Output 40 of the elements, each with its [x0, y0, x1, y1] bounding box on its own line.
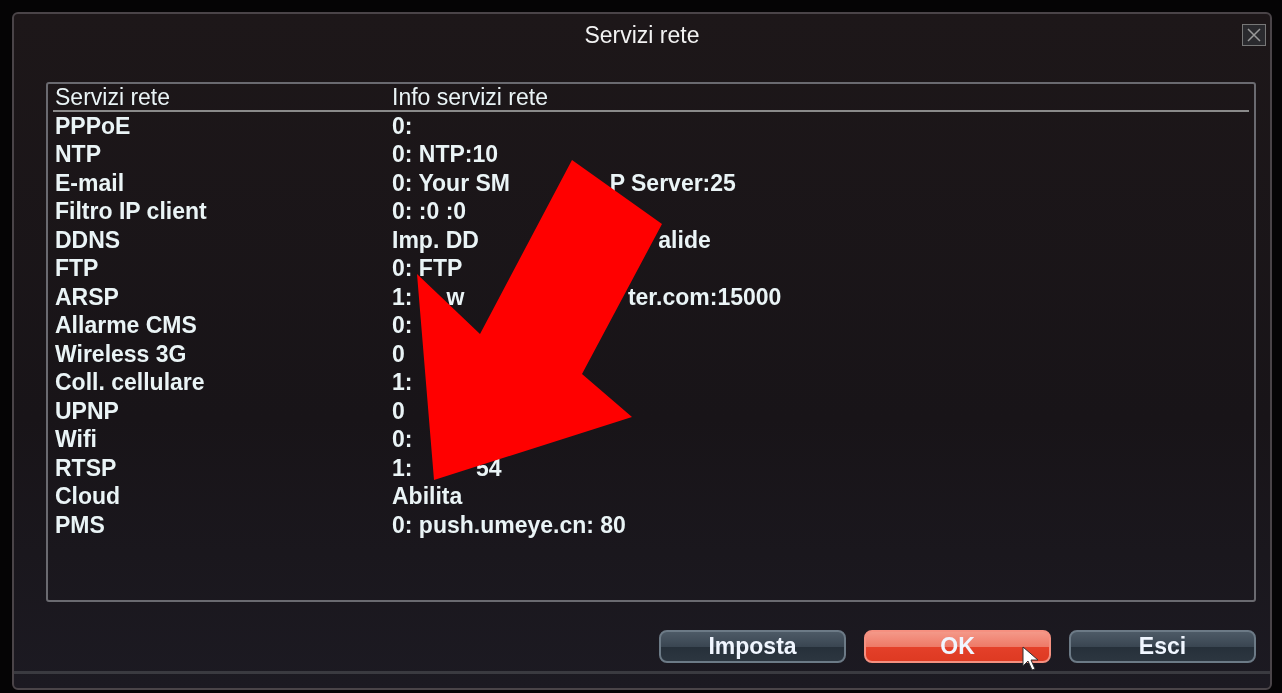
service-name: Cloud [54, 483, 122, 511]
service-info: 1: [392, 454, 413, 482]
column-header: Servizi rete [54, 84, 172, 110]
service-info: 0 [392, 397, 405, 425]
service-name: UPNP [54, 397, 120, 425]
service-name: Allarme CMS [54, 312, 198, 340]
window-title: Servizi rete [584, 21, 700, 49]
close-button[interactable] [1242, 24, 1266, 46]
service-info: 0: NTP:10 [392, 141, 499, 169]
service-name: RTSP [54, 454, 118, 482]
service-info: w [446, 283, 465, 311]
service-name: ARSP [54, 283, 120, 311]
service-info: 0: [392, 312, 413, 340]
column-header: Info servizi rete [392, 84, 548, 110]
service-info: alide [658, 226, 711, 254]
service-info: 0: push.umeye.cn: 80 [392, 511, 626, 539]
service-name: E-mail [54, 169, 126, 197]
service-info: ter.com:15000 [627, 283, 782, 311]
service-info: 0: FTP [392, 255, 463, 283]
dialog-button[interactable]: Esci [1069, 630, 1256, 663]
service-info: 0: Your SM [392, 169, 510, 197]
service-name: Filtro IP client [54, 198, 208, 226]
service-name: DDNS [54, 226, 122, 254]
service-info: 0: :0 :0 [392, 198, 467, 226]
service-name: Coll. cellulare [54, 369, 206, 397]
service-info: 1: [392, 369, 413, 397]
service-name: PPPoE [54, 112, 132, 140]
service-name: PMS [54, 511, 106, 539]
service-info: P Server:25 [609, 169, 736, 197]
service-info: Imp. DD [392, 226, 479, 254]
service-name: FTP [54, 255, 100, 283]
service-info: 0 [392, 340, 405, 368]
service-name: Wireless 3G [54, 340, 188, 368]
service-info: 1: [392, 283, 413, 311]
service-info: 0: [392, 426, 413, 454]
service-name: Wifi [54, 426, 98, 454]
service-info: Abilita [392, 483, 463, 511]
service-name: NTP [54, 141, 102, 169]
dialog-button[interactable]: Imposta [659, 630, 846, 663]
service-info: 0: [392, 112, 413, 140]
